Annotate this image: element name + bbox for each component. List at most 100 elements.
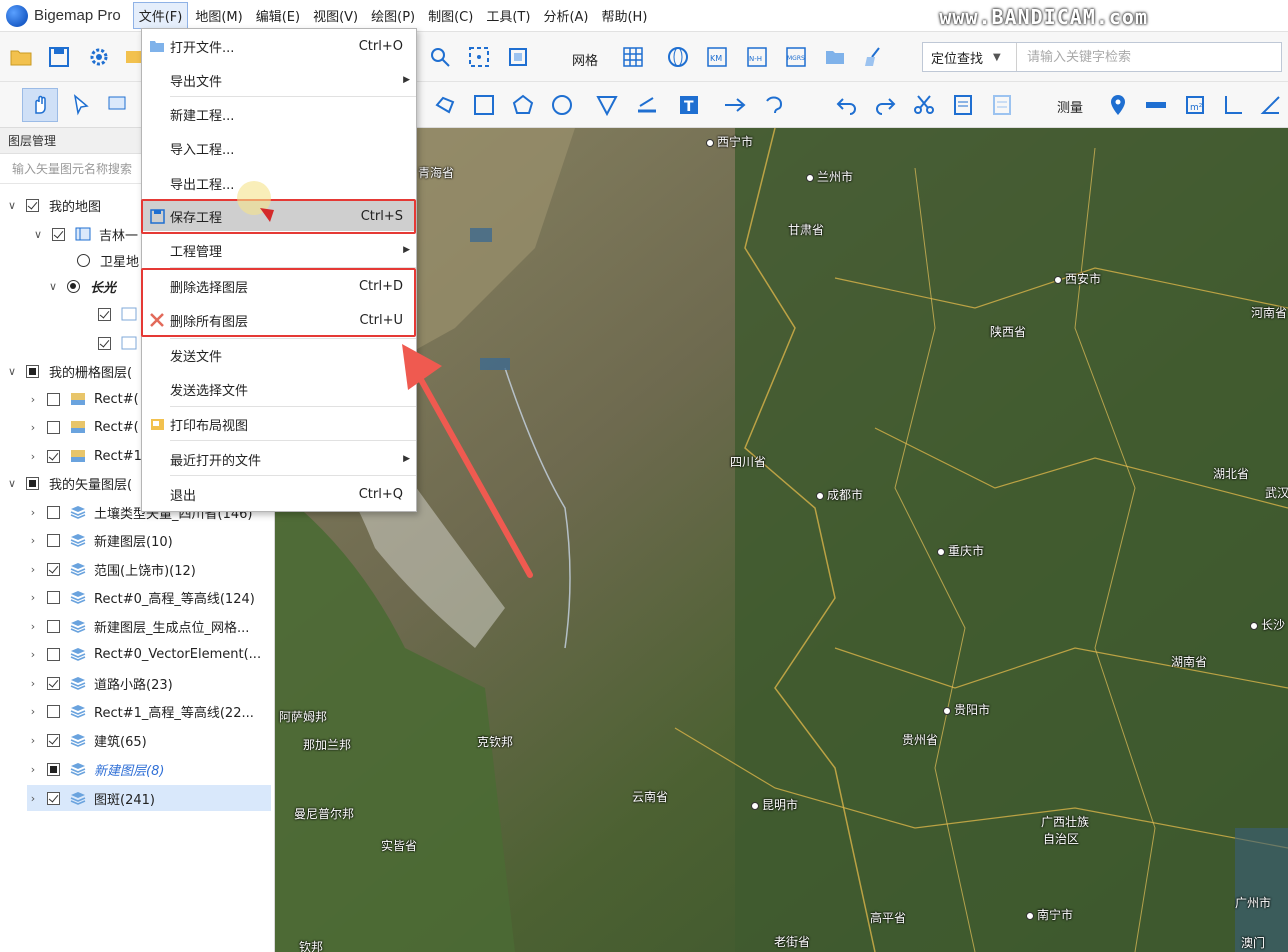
expand-icon[interactable]: › [27,563,39,576]
tree-row-changguang[interactable]: ∨ 长光 [47,273,116,299]
tree-row-jilin[interactable]: ∨ 吉林一 [32,221,138,247]
tree-row-vector-selected[interactable]: › 图斑(241) [27,785,271,811]
measure-point-pin-icon[interactable] [1103,90,1133,120]
expand-icon[interactable]: › [27,591,39,604]
tree-row-sublayer[interactable] [78,301,145,327]
km-grid-icon[interactable]: KM [702,42,732,72]
tree-row-vector[interactable]: › 新建图层_生成点位_网格... [27,613,249,639]
tree-row-raster[interactable]: › Rect#( [27,414,139,440]
checkbox[interactable] [47,619,60,633]
search-input[interactable] [1017,43,1281,71]
expand-icon[interactable]: ∨ [6,199,18,212]
checkbox[interactable] [47,791,60,805]
tree-row-satellite[interactable]: 卫星地 [57,247,139,273]
checkbox[interactable] [47,590,60,604]
menu-project-manage[interactable]: 工程管理 ▶ [142,235,416,265]
checkbox[interactable] [47,449,60,463]
measure-angle-icon[interactable] [1218,90,1248,120]
expand-icon[interactable]: › [27,620,39,633]
draw-line-icon[interactable] [632,90,662,120]
measure-bearing-icon[interactable] [1256,90,1286,120]
folder-icon[interactable] [820,42,850,72]
menu-export-file[interactable]: 导出文件 ▶ [142,65,416,95]
undo-icon[interactable] [832,90,862,120]
checkbox[interactable] [47,392,60,406]
select-rect-icon[interactable] [103,90,133,120]
measure-area-icon[interactable]: m² [1180,90,1210,120]
checkbox[interactable] [47,562,60,576]
full-extent-icon[interactable] [503,42,533,72]
arrow-tool-icon[interactable] [720,90,750,120]
curve-tool-icon[interactable] [760,90,790,120]
menu-view[interactable]: 视图(V) [307,2,364,29]
tree-row-vector-layers[interactable]: ∨ 我的矢量图层( [6,470,132,496]
pan-hand-icon[interactable] [22,88,58,122]
expand-icon[interactable]: › [27,763,39,776]
tree-row-vector[interactable]: › Rect#0_高程_等高线(124) [27,584,255,610]
menu-print-layout[interactable]: 打印布局视图 [142,409,416,439]
draw-sector-icon[interactable] [592,90,622,120]
expand-icon[interactable]: › [27,648,39,661]
checkbox[interactable] [47,505,60,519]
menu-map[interactable]: 地图(M) [189,2,248,29]
menu-import-project[interactable]: 导入工程... [142,133,416,163]
clear-broom-icon[interactable] [858,42,888,72]
menu-analysis[interactable]: 分析(A) [537,2,594,29]
checkbox[interactable] [26,476,39,490]
expand-icon[interactable]: › [27,506,39,519]
checkbox[interactable] [47,420,60,434]
zoom-icon[interactable] [425,42,455,72]
redo-icon[interactable] [870,90,900,120]
checkbox[interactable] [98,336,111,350]
mgrs-grid-icon[interactable]: MGRS [781,42,811,72]
menu-new-project[interactable]: 新建工程... [142,99,416,129]
expand-icon[interactable]: ∨ [6,477,18,490]
tree-row-raster-layers[interactable]: ∨ 我的栅格图层( [6,358,132,384]
menu-exit[interactable]: 退出 Ctrl+Q [142,479,416,509]
expand-icon[interactable]: › [27,534,39,547]
draw-rectangle-icon[interactable] [469,90,499,120]
expand-icon[interactable]: › [27,677,39,690]
expand-icon[interactable]: › [27,705,39,718]
text-tool-icon[interactable]: T [674,90,704,120]
radio[interactable] [67,279,80,293]
menu-recent-files[interactable]: 最近打开的文件 ▶ [142,444,416,474]
expand-icon[interactable]: › [27,792,39,805]
checkbox[interactable] [47,647,60,661]
attribute-table-icon[interactable] [948,90,978,120]
radio[interactable] [77,253,90,267]
tree-row-vector[interactable]: › 新建图层(8) [27,756,164,782]
tree-row-vector[interactable]: › Rect#0_VectorElement(... [27,641,261,667]
nh-grid-icon[interactable]: N-H [742,42,772,72]
menu-draw[interactable]: 绘图(P) [365,2,421,29]
checkbox[interactable] [47,762,60,776]
cut-scissors-icon[interactable] [909,90,939,120]
menu-send-file[interactable]: 发送文件 [142,340,416,370]
save-icon[interactable] [44,42,74,72]
expand-icon[interactable]: ∨ [47,280,59,293]
tree-row-vector[interactable]: › 建筑(65) [27,727,147,753]
draw-circle-icon[interactable] [547,90,577,120]
settings-gear-icon[interactable] [84,42,114,72]
menu-help[interactable]: 帮助(H) [595,2,653,29]
checkbox[interactable] [47,733,60,747]
checkbox[interactable] [26,198,39,212]
expand-icon[interactable]: › [27,393,39,406]
expand-icon[interactable]: ∨ [32,228,44,241]
tree-row-sublayer[interactable] [78,330,145,356]
tree-row-vector[interactable]: › 新建图层(10) [27,527,173,553]
expand-icon[interactable]: › [27,450,39,463]
draw-pentagon-icon[interactable] [508,90,538,120]
draw-polygon-icon[interactable] [430,90,460,120]
checkbox[interactable] [26,364,39,378]
measure-distance-icon[interactable] [1141,90,1171,120]
tree-row-vector[interactable]: › Rect#1_高程_等高线(22... [27,698,254,724]
tree-row-vector[interactable]: › 道路小路(23) [27,670,173,696]
select-arrow-icon[interactable] [66,90,96,120]
tree-row-raster[interactable]: › Rect#1 [27,443,142,469]
locate-mode-select[interactable]: 定位查找 ▼ [923,43,1017,71]
checkbox[interactable] [52,227,65,241]
expand-icon[interactable]: ∨ [6,365,18,378]
checkbox[interactable] [98,307,111,321]
menu-tools[interactable]: 工具(T) [480,2,536,29]
